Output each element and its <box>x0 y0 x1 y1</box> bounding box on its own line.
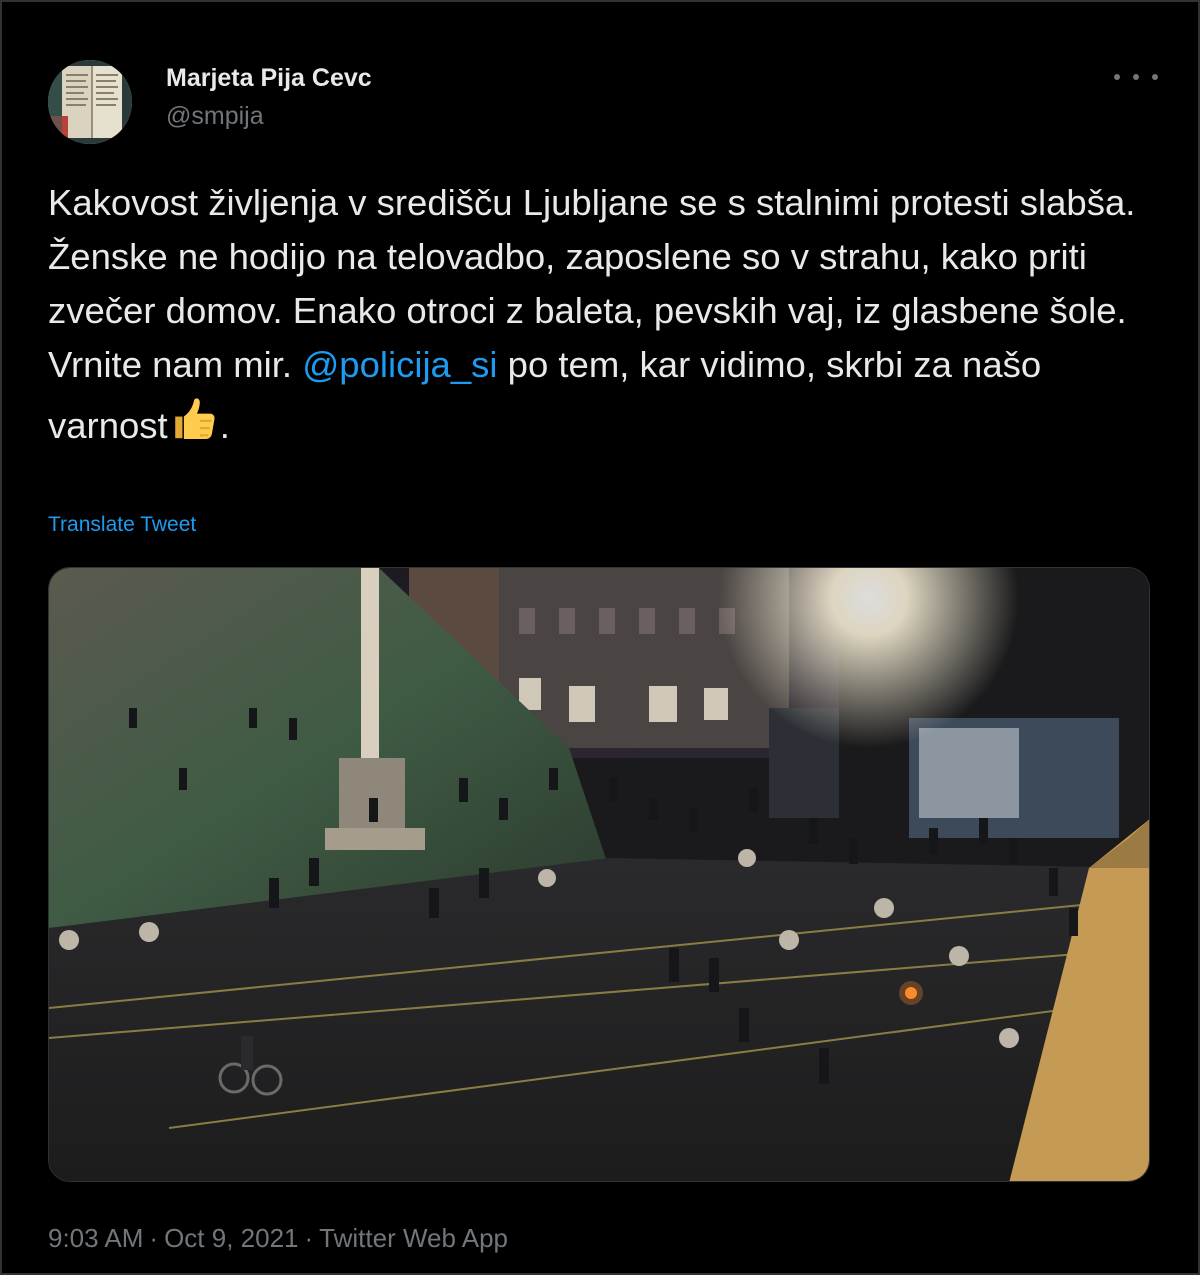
tweet-text: Kakovost življenja v središču Ljubljane … <box>48 176 1148 453</box>
tweet-meta: 9:03 AM · Oct 9, 2021 · Twitter Web App <box>48 1223 508 1254</box>
meta-separator: · <box>304 1223 314 1253</box>
tweet-card: Marjeta Pija Cevc @smpija Kakovost življ… <box>0 0 1200 1275</box>
meta-separator: · <box>149 1223 159 1253</box>
avatar[interactable] <box>48 60 132 144</box>
more-dots-icon <box>1114 74 1120 80</box>
author-handle[interactable]: @smpija <box>166 102 264 131</box>
tweet-photo[interactable] <box>48 567 1150 1182</box>
tweet-date[interactable]: Oct 9, 2021 <box>164 1223 298 1253</box>
translate-tweet-link[interactable]: Translate Tweet <box>48 513 196 537</box>
tweet-source[interactable]: Twitter Web App <box>319 1223 508 1253</box>
night-street-photo <box>49 568 1149 1181</box>
author-display-name[interactable]: Marjeta Pija Cevc <box>166 64 372 93</box>
thumbs-up-icon <box>174 398 215 439</box>
tweet-time[interactable]: 9:03 AM <box>48 1223 143 1253</box>
mention-link[interactable]: @policija_si <box>302 344 497 385</box>
avatar-image <box>48 60 132 144</box>
more-options-button[interactable] <box>1114 62 1158 92</box>
tweet-text-end: . <box>219 405 230 446</box>
